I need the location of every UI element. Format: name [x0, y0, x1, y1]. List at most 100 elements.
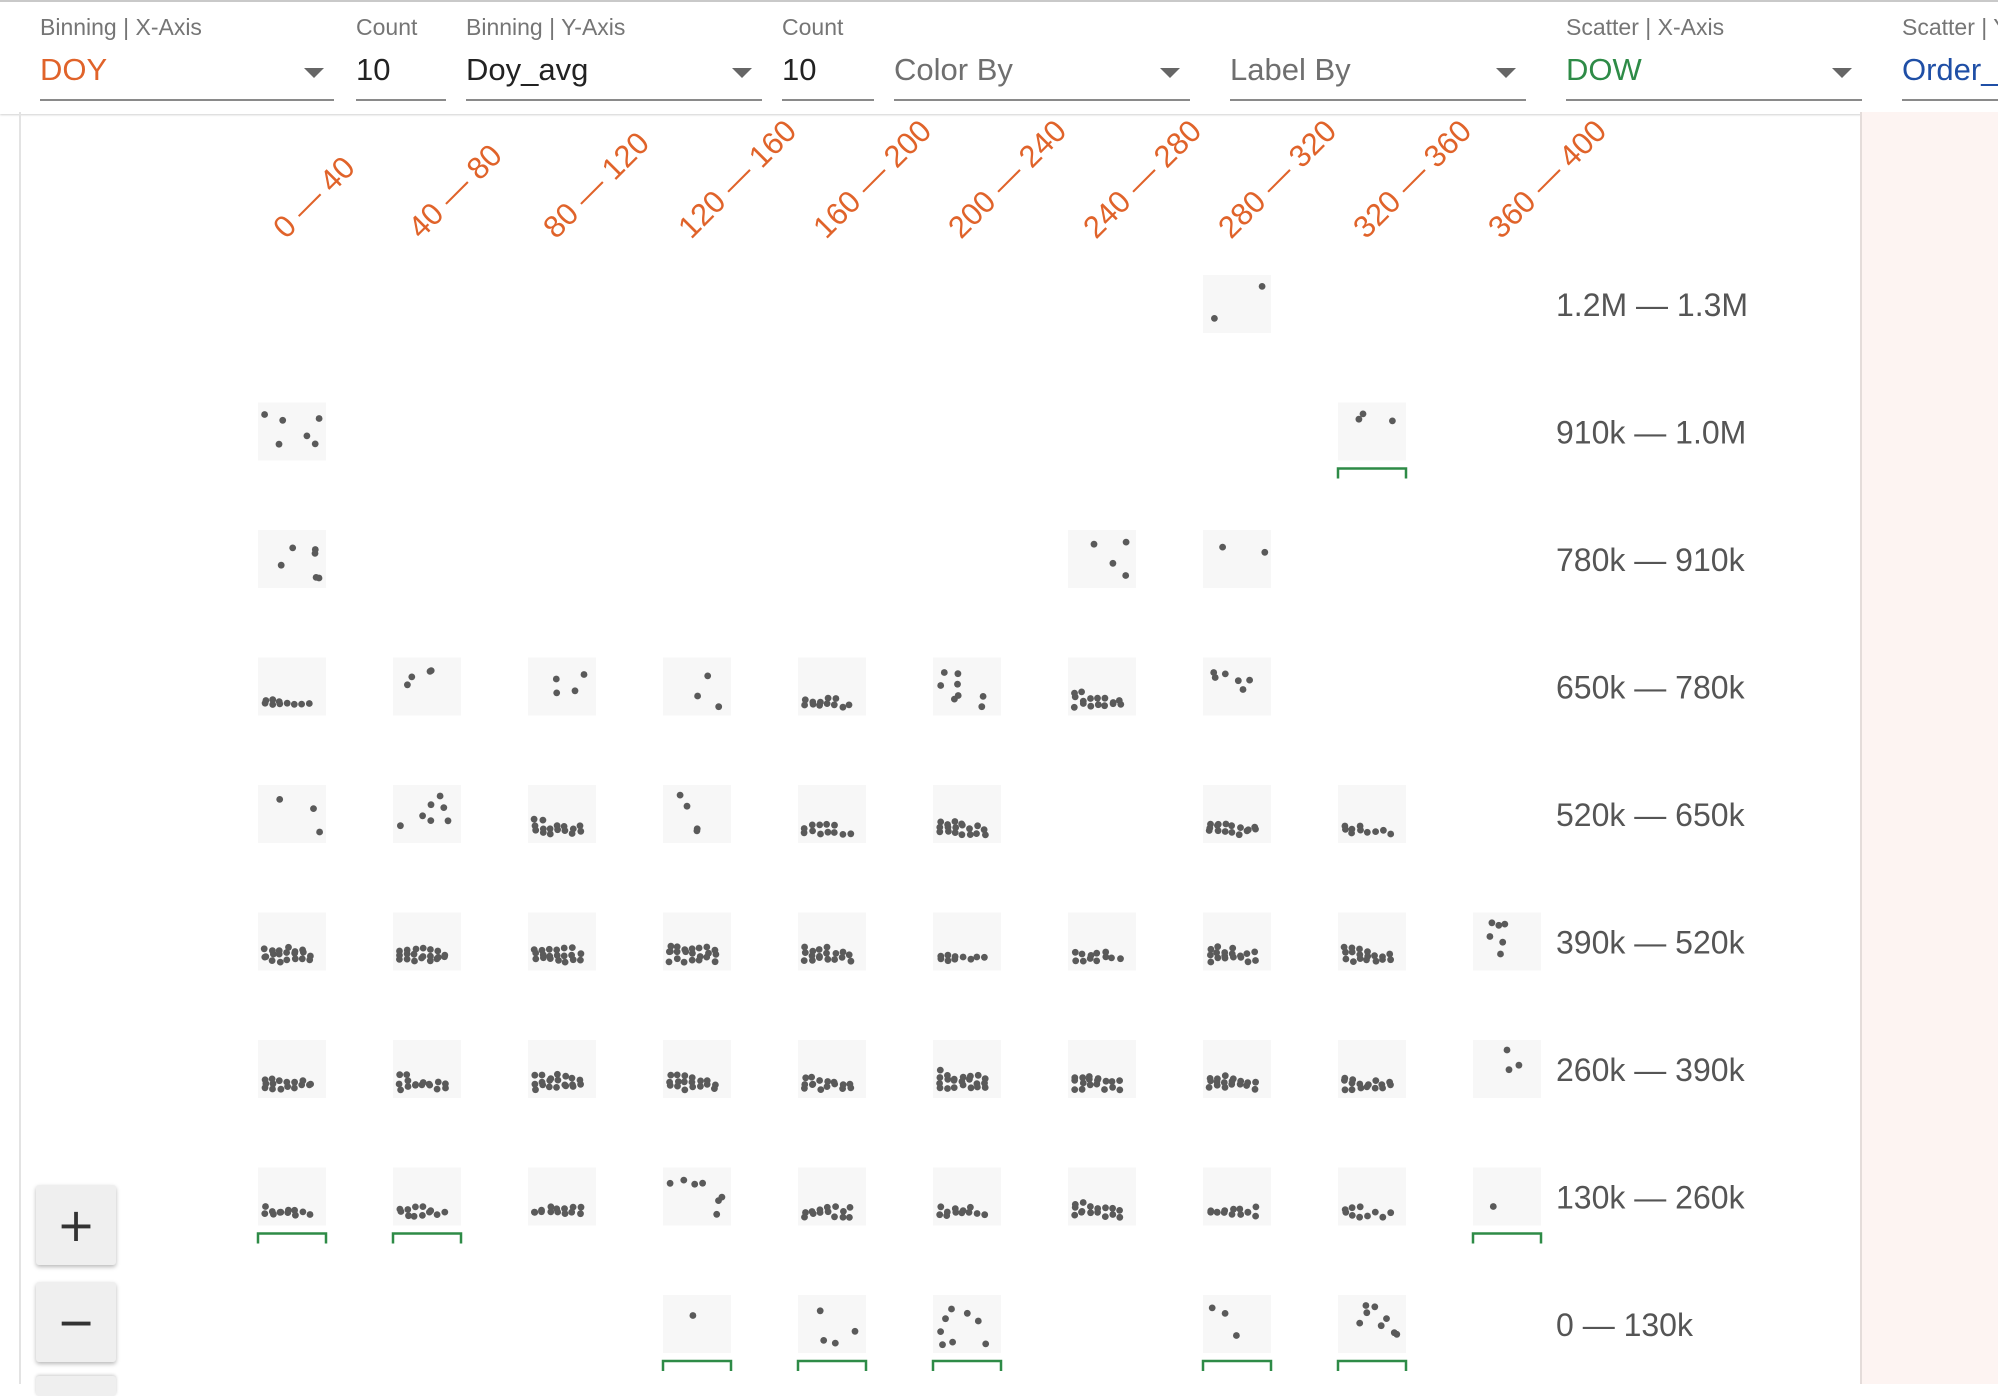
scatter-cell[interactable]	[528, 1167, 596, 1226]
scatter-cell[interactable]	[1068, 1167, 1136, 1226]
scatter-cell[interactable]	[528, 785, 596, 843]
data-point	[538, 1071, 546, 1079]
scatter-cell[interactable]	[1338, 912, 1406, 971]
data-point	[311, 440, 319, 448]
scatter-cell[interactable]	[258, 402, 326, 461]
column-label: 200 — 240	[941, 113, 1073, 245]
scatter-cell[interactable]	[258, 1040, 326, 1098]
data-point	[673, 1071, 681, 1079]
scatter-cell[interactable]	[933, 657, 1001, 716]
scatter-cell[interactable]	[391, 1167, 463, 1244]
scatter-cell[interactable]	[798, 1167, 866, 1226]
scatter-cell[interactable]	[1068, 530, 1136, 588]
scatter-cell[interactable]	[1203, 530, 1271, 588]
cell-background	[1338, 785, 1406, 843]
scatter-cell[interactable]	[1338, 785, 1406, 843]
scatter-cell[interactable]	[1068, 912, 1136, 971]
data-point	[553, 822, 561, 829]
color-by-select[interactable]: Color By	[894, 2, 1190, 114]
zoom-out-button[interactable]: −	[36, 1282, 116, 1362]
scatter-cell[interactable]	[258, 530, 326, 588]
scatter-cell[interactable]	[1068, 1040, 1136, 1098]
data-point	[695, 944, 703, 952]
data-point	[419, 944, 427, 952]
scatter-cell[interactable]	[1203, 1167, 1271, 1226]
count-y-input[interactable]: Count 10	[782, 2, 874, 114]
chevron-down-icon[interactable]	[304, 68, 324, 78]
scatter-cell[interactable]	[393, 657, 461, 716]
binning-x-axis-select[interactable]: Binning | X-Axis DOY	[40, 2, 334, 114]
scatter-cell[interactable]	[1473, 912, 1541, 971]
data-point	[1258, 283, 1266, 290]
scatter-cell[interactable]	[528, 1040, 596, 1098]
data-point	[395, 1080, 403, 1088]
data-point	[967, 955, 975, 963]
data-point	[1229, 944, 1237, 952]
chevron-down-icon[interactable]	[1496, 68, 1516, 78]
scatter-cell[interactable]	[256, 1167, 328, 1244]
data-point	[276, 796, 284, 803]
scatter-cell[interactable]	[798, 1040, 866, 1098]
scatter-cell[interactable]	[1203, 912, 1271, 971]
scatter-cell[interactable]	[663, 1167, 731, 1226]
scatter-cell[interactable]	[258, 657, 326, 716]
zoom-reset-button[interactable]	[36, 1376, 116, 1396]
zoom-in-button[interactable]: +	[36, 1185, 116, 1265]
cell-background	[1338, 912, 1406, 971]
cell-background	[258, 912, 326, 971]
scatter-cell[interactable]	[393, 1040, 461, 1098]
scatter-x-axis-select[interactable]: Scatter | X-Axis DOW	[1566, 2, 1862, 114]
scatter-cell[interactable]	[1473, 1040, 1541, 1098]
scatter-cell[interactable]	[796, 1295, 868, 1371]
chevron-down-icon[interactable]	[1832, 68, 1852, 78]
scatter-cell[interactable]	[663, 912, 731, 971]
data-point	[1383, 1315, 1390, 1322]
data-point	[800, 825, 808, 832]
data-point	[974, 1317, 982, 1325]
data-point	[315, 574, 323, 582]
scatter-cell[interactable]	[1338, 1040, 1406, 1098]
scatter-y-axis-select[interactable]: Scatter | Y Order_	[1902, 2, 1998, 114]
data-point	[568, 951, 575, 959]
scatter-cell[interactable]	[1068, 657, 1136, 716]
data-point	[1356, 1203, 1364, 1211]
scatter-cell[interactable]	[798, 912, 866, 971]
scatter-cell[interactable]	[528, 657, 596, 716]
scatter-cell[interactable]	[1203, 275, 1271, 333]
scatter-cell[interactable]	[933, 1040, 1001, 1098]
scatter-cell[interactable]	[1203, 657, 1271, 716]
scatter-cell[interactable]	[1203, 785, 1271, 843]
data-point	[824, 828, 832, 836]
scatter-cell[interactable]	[661, 1295, 733, 1371]
scatter-cell[interactable]	[663, 657, 731, 716]
scatter-cell[interactable]	[393, 785, 461, 843]
count-x-input[interactable]: Count 10	[356, 2, 446, 114]
data-point	[1101, 702, 1108, 710]
scatter-cell[interactable]	[933, 785, 1001, 843]
chevron-down-icon[interactable]	[1160, 68, 1180, 78]
scatter-cell[interactable]	[933, 912, 1001, 971]
scatter-cell[interactable]	[258, 785, 326, 843]
scatter-cell[interactable]	[1338, 1167, 1406, 1226]
scatter-cell[interactable]	[393, 912, 461, 971]
scatter-cell[interactable]	[1336, 1295, 1408, 1371]
scatter-cell[interactable]	[1471, 1167, 1543, 1244]
data-point	[1235, 831, 1243, 839]
data-point	[1501, 920, 1509, 928]
data-point	[1116, 1213, 1124, 1221]
scatter-cell[interactable]	[798, 785, 866, 843]
chevron-down-icon[interactable]	[732, 68, 752, 78]
scatter-cell[interactable]	[258, 912, 326, 971]
scatter-cell[interactable]	[1336, 402, 1408, 479]
scatter-cell[interactable]	[1203, 1040, 1271, 1098]
cell-background	[258, 1167, 326, 1226]
label-by-select[interactable]: Label By	[1230, 2, 1526, 114]
scatter-cell[interactable]	[1201, 1295, 1273, 1371]
scatter-cell[interactable]	[798, 657, 866, 716]
scatter-cell[interactable]	[933, 1167, 1001, 1226]
scatter-cell[interactable]	[931, 1295, 1003, 1371]
binning-y-axis-select[interactable]: Binning | Y-Axis Doy_avg	[466, 2, 762, 114]
scatter-cell[interactable]	[663, 1040, 731, 1098]
scatter-cell[interactable]	[663, 785, 731, 843]
scatter-cell[interactable]	[528, 912, 596, 971]
